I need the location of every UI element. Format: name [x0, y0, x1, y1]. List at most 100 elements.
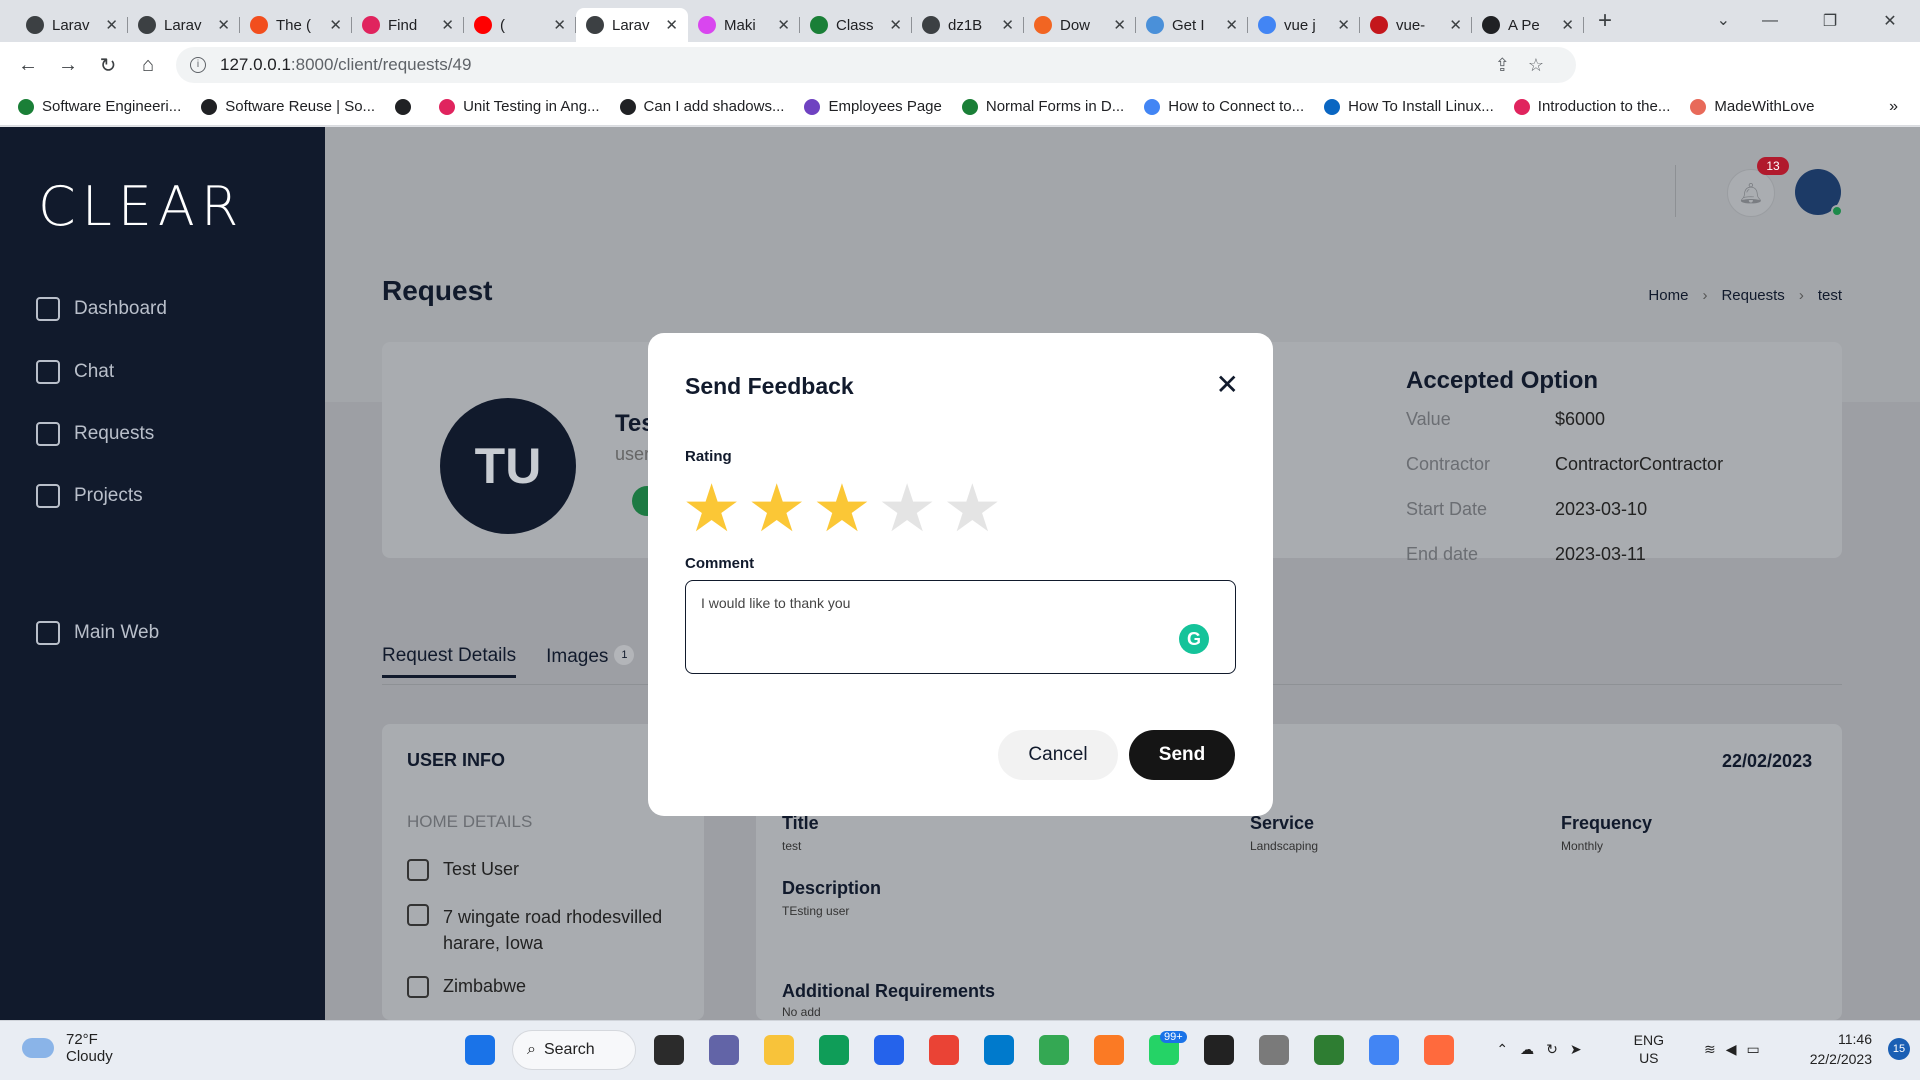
bookmark-item[interactable]: [395, 98, 419, 115]
temperature: 72°F: [66, 1031, 98, 1048]
browser-tab[interactable]: vue- ✕: [1360, 8, 1472, 42]
tray-icons[interactable]: ⌃☁↻➤: [1496, 1041, 1593, 1058]
bookmark-item[interactable]: Software Engineeri...: [18, 98, 181, 115]
store-icon[interactable]: [874, 1035, 904, 1065]
browser-tab[interactable]: Larav ✕: [576, 8, 688, 42]
chrome-profile-icon[interactable]: [1039, 1035, 1069, 1065]
minimize-button[interactable]: —: [1740, 12, 1800, 30]
nav-icon: [36, 484, 60, 508]
restore-button[interactable]: ❐: [1800, 11, 1860, 31]
browser-tab[interactable]: Larav ✕: [16, 8, 128, 42]
notification-bell-button[interactable]: 🔔︎: [1727, 169, 1775, 217]
notification-center-badge[interactable]: 15: [1888, 1038, 1910, 1060]
close-tab-icon[interactable]: ✕: [217, 16, 230, 34]
send-button[interactable]: Send: [1129, 730, 1235, 780]
star-3-icon[interactable]: ★: [812, 473, 871, 543]
close-tab-icon[interactable]: ✕: [441, 16, 454, 34]
new-tab-button[interactable]: +: [1598, 7, 1612, 35]
star-5-icon[interactable]: ★: [943, 473, 1002, 543]
star-4-icon[interactable]: ★: [878, 473, 937, 543]
tab-images[interactable]: Images 1: [546, 645, 635, 678]
sidebar-item-chat[interactable]: Chat: [36, 360, 114, 384]
bookmark-item[interactable]: MadeWithLove: [1690, 98, 1814, 115]
teams-icon[interactable]: [709, 1035, 739, 1065]
language-indicator[interactable]: ENG US: [1634, 1031, 1664, 1067]
edge-icon[interactable]: [819, 1035, 849, 1065]
sidebar-item-main-web[interactable]: Main Web: [36, 621, 159, 645]
more-bookmarks-icon[interactable]: »: [1889, 98, 1898, 116]
bookmark-item[interactable]: Normal Forms in D...: [961, 98, 1124, 115]
sidebar-item-requests[interactable]: Requests: [36, 422, 154, 446]
cancel-button[interactable]: Cancel: [998, 730, 1118, 780]
home-icon[interactable]: ⌂: [128, 54, 168, 77]
close-tab-icon[interactable]: ✕: [1225, 16, 1238, 34]
bookmark-favicon-icon: [439, 98, 456, 115]
bookmark-item[interactable]: Employees Page: [804, 98, 942, 115]
reload-icon[interactable]: ↻: [88, 53, 128, 78]
forward-icon[interactable]: →: [48, 54, 88, 77]
sidebar-item-projects[interactable]: Projects: [36, 484, 143, 508]
browser-tab[interactable]: The (✕: [240, 8, 352, 42]
browser-tab[interactable]: Larav ✕: [128, 8, 240, 42]
star-2-icon[interactable]: ★: [747, 473, 806, 543]
breadcrumb-home[interactable]: Home: [1648, 287, 1688, 304]
browser-tab[interactable]: Class ✕: [800, 8, 912, 42]
browser-tab[interactable]: Get I ✕: [1136, 8, 1248, 42]
close-icon[interactable]: ✕: [1216, 371, 1239, 399]
browser-tab[interactable]: Dow ✕: [1024, 8, 1136, 42]
postman-icon[interactable]: [1424, 1035, 1454, 1065]
file-explorer-icon[interactable]: [764, 1035, 794, 1065]
site-info-icon[interactable]: i: [190, 57, 206, 73]
network-volume-battery-icons[interactable]: ≋◀▭: [1704, 1041, 1770, 1058]
vscode-icon[interactable]: [984, 1035, 1014, 1065]
bookmark-item[interactable]: Software Reuse | So...: [201, 98, 375, 115]
app-icon[interactable]: [1204, 1035, 1234, 1065]
browser-tab[interactable]: (✕: [464, 8, 576, 42]
bookmark-favicon-icon: [961, 98, 978, 115]
close-tab-icon[interactable]: ✕: [105, 16, 118, 34]
browser-tab[interactable]: Find ✕: [352, 8, 464, 42]
close-tab-icon[interactable]: ✕: [777, 16, 790, 34]
comment-textarea[interactable]: I would like to thank you: [685, 580, 1236, 674]
browser-tab[interactable]: dz1B ✕: [912, 8, 1024, 42]
close-tab-icon[interactable]: ✕: [1337, 16, 1350, 34]
close-tab-icon[interactable]: ✕: [889, 16, 902, 34]
close-tab-icon[interactable]: ✕: [1113, 16, 1126, 34]
bookmark-star-icon[interactable]: ⇪☆: [1495, 55, 1562, 76]
task-view-icon[interactable]: [654, 1035, 684, 1065]
tab-search-icon[interactable]: ⌄: [1717, 10, 1730, 30]
browser-tab[interactable]: vue j ✕: [1248, 8, 1360, 42]
settings-icon[interactable]: [1259, 1035, 1289, 1065]
sidebar-item-dashboard[interactable]: Dashboard: [36, 297, 167, 321]
tab-request-details[interactable]: Request Details: [382, 645, 517, 678]
bookmark-item[interactable]: Introduction to the...: [1513, 98, 1670, 115]
breadcrumb-requests[interactable]: Requests: [1721, 287, 1784, 304]
close-window-button[interactable]: ✕: [1860, 11, 1920, 31]
bookmark-item[interactable]: How To Install Linux...: [1324, 98, 1494, 115]
bookmark-item[interactable]: How to Connect to...: [1144, 98, 1304, 115]
back-icon[interactable]: ←: [8, 54, 48, 77]
chrome-icon[interactable]: [929, 1035, 959, 1065]
close-tab-icon[interactable]: ✕: [1449, 16, 1462, 34]
close-tab-icon[interactable]: ✕: [553, 16, 566, 34]
grammarly-icon[interactable]: G: [1179, 624, 1209, 654]
close-tab-icon[interactable]: ✕: [1001, 16, 1014, 34]
taskbar-search[interactable]: ⌕ Search: [512, 1030, 636, 1070]
clock[interactable]: 11:46 22/2/2023: [1810, 1029, 1872, 1069]
browser-tab[interactable]: A Pe ✕: [1472, 8, 1584, 42]
star-1-icon[interactable]: ★: [682, 473, 741, 543]
bookmark-item[interactable]: Unit Testing in Ang...: [439, 98, 600, 115]
windows-start-icon[interactable]: [465, 1035, 495, 1065]
weather-widget[interactable]: 72°F Cloudy: [22, 1031, 113, 1065]
browser-tab[interactable]: Maki ✕: [688, 8, 800, 42]
breadcrumb: Home › Requests › test: [1648, 287, 1842, 304]
chrome-alt-icon[interactable]: [1369, 1035, 1399, 1065]
globe-app-icon[interactable]: [1314, 1035, 1344, 1065]
close-tab-icon[interactable]: ✕: [665, 16, 678, 34]
url-input[interactable]: i 127.0.0.1:8000/client/requests/49 ⇪☆: [176, 47, 1576, 83]
tab-title: Get I: [1172, 16, 1205, 34]
bookmark-item[interactable]: Can I add shadows...: [619, 98, 784, 115]
close-tab-icon[interactable]: ✕: [1561, 16, 1574, 34]
close-tab-icon[interactable]: ✕: [329, 16, 342, 34]
xampp-icon[interactable]: [1094, 1035, 1124, 1065]
